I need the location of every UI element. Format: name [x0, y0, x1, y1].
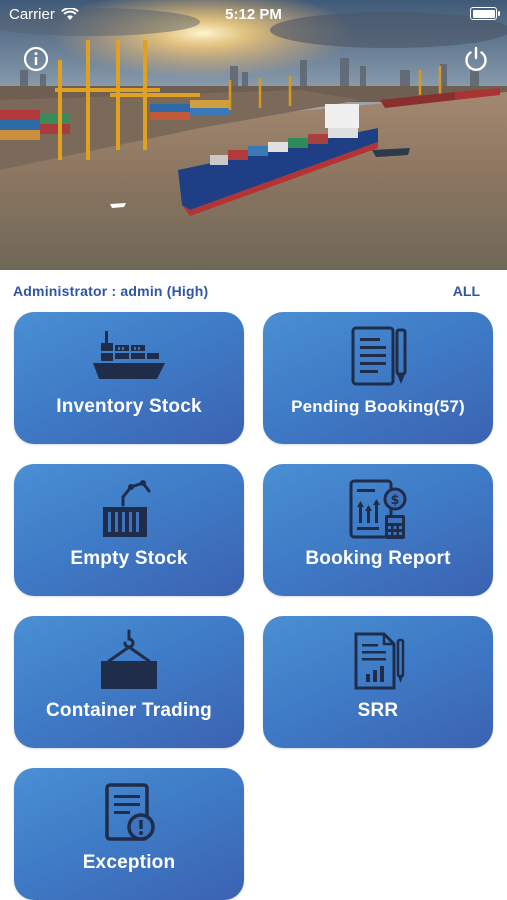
- status-bar: Carrier 5:12 PM: [0, 0, 507, 28]
- info-button[interactable]: [21, 44, 51, 74]
- document-pen-icon: [351, 326, 407, 386]
- document-warning-icon: [105, 783, 155, 841]
- inventory-stock-label: Inventory Stock: [56, 396, 202, 417]
- power-icon: [465, 46, 487, 71]
- report-icon: $: [349, 479, 407, 539]
- status-time: 5:12 PM: [225, 6, 282, 23]
- user-role-label: Administrator : admin (High): [13, 283, 209, 299]
- empty-stock-label: Empty Stock: [70, 548, 188, 569]
- srr-label: SRR: [357, 700, 399, 721]
- info-icon: [23, 46, 49, 72]
- all-filter-button[interactable]: ALL: [453, 283, 480, 299]
- booking-report-tile[interactable]: $ Booking Report: [263, 464, 493, 596]
- crane-container-icon: [103, 480, 151, 537]
- battery-icon: [470, 7, 500, 20]
- pending-booking-tile[interactable]: Pending Booking(57): [263, 312, 493, 444]
- pending-booking-label: Pending Booking(57): [291, 397, 465, 416]
- exception-tile[interactable]: Exception: [14, 768, 244, 900]
- chart-document-icon: [354, 632, 405, 690]
- ship-icon: [93, 331, 165, 379]
- booking-report-label: Booking Report: [305, 548, 451, 569]
- logout-button[interactable]: [461, 44, 491, 74]
- hook-container-icon: [101, 629, 157, 689]
- container-trading-label: Container Trading: [46, 700, 212, 721]
- user-info-row: Administrator : admin (High) ALL: [13, 282, 480, 300]
- inventory-stock-tile[interactable]: Inventory Stock: [14, 312, 244, 444]
- svg-text:$: $: [390, 493, 399, 508]
- srr-tile[interactable]: SRR: [263, 616, 493, 748]
- exception-label: Exception: [82, 852, 176, 873]
- empty-stock-tile[interactable]: Empty Stock: [14, 464, 244, 596]
- container-trading-tile[interactable]: Container Trading: [14, 616, 244, 748]
- header-hero-image: [0, 0, 507, 270]
